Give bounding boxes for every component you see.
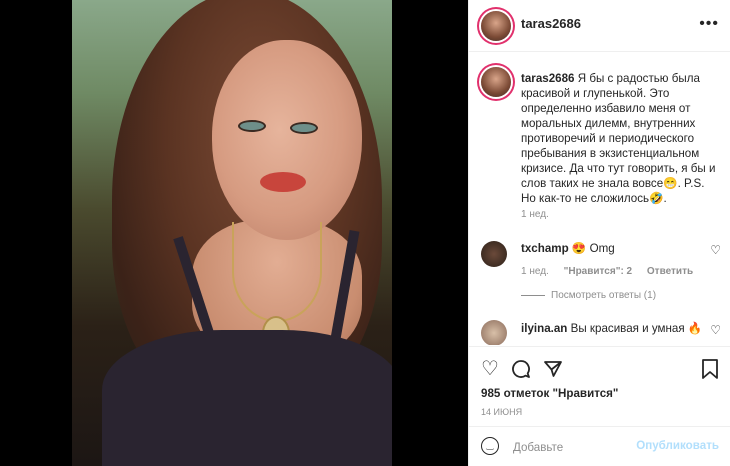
caption-time[interactable]: 1 нед. (521, 209, 549, 220)
comment-bubble-icon[interactable] (511, 359, 531, 383)
likes-count[interactable]: 985 отметок "Нравится" (481, 387, 618, 400)
comments-list[interactable]: taras2686 Я бы с радостью была красивой … (469, 53, 730, 345)
comment-likes[interactable]: "Нравится": 2 (564, 266, 633, 277)
comment-time[interactable]: 1 нед. (521, 266, 549, 277)
commenter-username[interactable]: txchamp (521, 242, 569, 255)
view-replies-label: Посмотреть ответы (1) (551, 290, 657, 301)
paper-plane-icon[interactable] (543, 359, 563, 383)
heart-icon[interactable]: ♡ (481, 359, 499, 379)
post-actions: ♡ 985 отметок "Нравится" 14 июня (469, 346, 730, 436)
post-header: taras2686 ••• (469, 0, 730, 52)
bookmark-icon[interactable] (701, 359, 719, 383)
comment-text: ilyina.an Вы красивая и умная 🔥 (521, 321, 702, 336)
replies-line (521, 294, 545, 296)
caption-body: Я бы с радостью была красивой и глупеньк… (521, 72, 716, 205)
post-date[interactable]: 14 июня (481, 407, 522, 417)
caption-username[interactable]: taras2686 (521, 72, 575, 85)
caption-text: taras2686 Я бы с радостью была красивой … (521, 71, 721, 206)
reply-button[interactable]: Ответить (647, 266, 693, 277)
commenter-avatar[interactable] (481, 241, 507, 267)
publish-button[interactable]: Опубликовать (636, 439, 719, 452)
view-replies-button[interactable]: Посмотреть ответы (1) (521, 290, 656, 301)
add-comment-bar: ‿ Опубликовать (469, 426, 730, 466)
heart-outline-icon[interactable]: ♡ (710, 323, 721, 337)
post-photo[interactable] (72, 0, 392, 466)
heart-outline-icon[interactable]: ♡ (710, 243, 721, 257)
author-username[interactable]: taras2686 (521, 16, 581, 31)
author-avatar[interactable] (481, 11, 511, 41)
comment-text: txchamp 😍 Omg (521, 241, 615, 256)
more-dots-icon[interactable]: ••• (699, 15, 719, 33)
comment-body: 😍 Omg (571, 242, 615, 255)
media-area (0, 0, 468, 466)
caption-avatar[interactable] (481, 67, 511, 97)
smiley-icon[interactable]: ‿ (481, 437, 499, 455)
comment-body: Вы красивая и умная 🔥 (570, 322, 703, 335)
comment-meta: 1 нед. "Нравится": 2 Ответить (521, 266, 705, 277)
comment-input[interactable] (513, 438, 633, 456)
post-side-panel: taras2686 ••• taras2686 Я бы с радостью … (468, 0, 730, 466)
commenter-username[interactable]: ilyina.an (521, 322, 567, 335)
commenter-avatar[interactable] (481, 320, 507, 345)
instagram-post: taras2686 ••• taras2686 Я бы с радостью … (0, 0, 730, 466)
